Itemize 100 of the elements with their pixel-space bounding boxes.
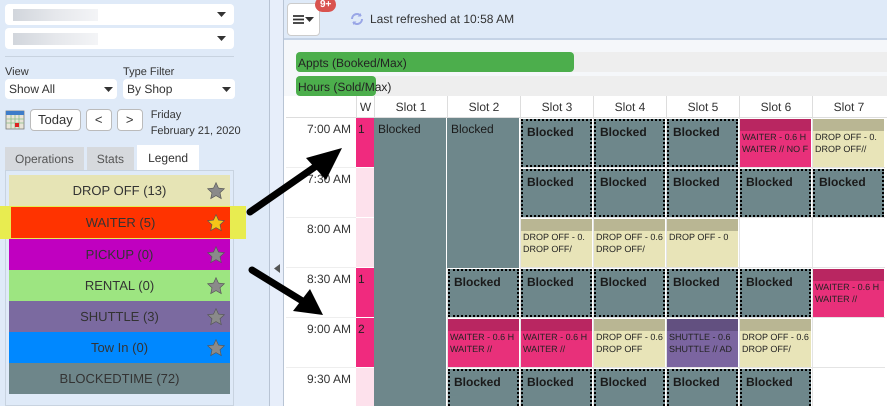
- blocked-slot[interactable]: Blocked: [447, 118, 520, 268]
- appointment-text: DROP OFF/: [595, 244, 646, 255]
- appointment-text: SHUTTLE // AD: [668, 344, 734, 355]
- blurred-text: [521, 319, 592, 331]
- star-icon[interactable]: [206, 276, 226, 296]
- tab[interactable]: Operations: [5, 147, 84, 170]
- tab[interactable]: Legend: [137, 145, 200, 170]
- blurred-text: [740, 319, 811, 331]
- tab[interactable]: Stats: [86, 147, 134, 170]
- appointment-text: DROP OFF//: [814, 144, 868, 155]
- legend-item[interactable]: BLOCKEDTIME (72): [9, 363, 230, 394]
- blurred-text: [813, 269, 884, 281]
- blocked-slot[interactable]: Blocked: [594, 119, 665, 167]
- caret-icon: [104, 86, 113, 92]
- appointment-card[interactable]: DROP OFF - 0.6 DROP OFF/: [740, 319, 811, 367]
- waiter-count-cell: 1: [356, 118, 374, 167]
- appointment-text: DROP OFF - 0.6: [741, 332, 810, 343]
- column-header: Slot 6: [739, 96, 812, 118]
- blurred-text: [813, 119, 884, 131]
- column-header: Slot 5: [666, 96, 739, 118]
- date-text: February 21, 2020: [150, 124, 241, 139]
- select-field[interactable]: Show All: [5, 79, 117, 99]
- weekday-text: Friday: [150, 108, 182, 123]
- appointment-card[interactable]: DROP OFF - 0: [667, 219, 738, 267]
- column-header: Slot 7: [812, 96, 885, 118]
- blurred-text: [740, 119, 811, 131]
- blocked-slot[interactable]: Blocked: [521, 169, 592, 217]
- blocked-slot[interactable]: Blocked: [667, 169, 738, 217]
- appointment-text: WAITER // NO F: [741, 144, 810, 155]
- blocked-slot[interactable]: Blocked: [594, 169, 665, 217]
- blocked-slot[interactable]: Blocked: [667, 369, 738, 406]
- caret-icon: [217, 12, 226, 17]
- blocked-slot[interactable]: Blocked: [740, 269, 811, 317]
- blocked-slot[interactable]: Blocked: [448, 269, 519, 317]
- menu-icon: [293, 14, 304, 24]
- appointment-card[interactable]: WAITER - 0.6 H WAITER // NO F: [740, 119, 811, 167]
- calendar-icon[interactable]: [5, 110, 25, 130]
- column-header: Slot 4: [593, 96, 666, 118]
- legend-item[interactable]: DROP OFF (13): [9, 175, 230, 206]
- legend-item[interactable]: SHUTTLE (3): [9, 301, 230, 332]
- star-icon[interactable]: [206, 180, 226, 200]
- appointment-card[interactable]: WAITER - 0.6 H WAITER //: [813, 269, 884, 317]
- refresh-status: Last refreshed at 10:58 AM: [370, 11, 514, 28]
- blurred-text: [667, 319, 738, 331]
- legend-item[interactable]: RENTAL (0): [9, 270, 230, 301]
- appointment-card[interactable]: DROP OFF - 0. DROP OFF//: [813, 119, 884, 167]
- star-icon[interactable]: [206, 338, 226, 358]
- blocked-slot[interactable]: Blocked: [740, 169, 811, 217]
- caret-icon: [217, 36, 226, 41]
- appointment-text: WAITER //: [814, 294, 858, 305]
- legend-item[interactable]: Tow In (0): [9, 332, 230, 363]
- blocked-slot[interactable]: Blocked: [594, 269, 665, 317]
- blocked-slot[interactable]: Blocked: [521, 369, 592, 406]
- appointment-card[interactable]: WAITER - 0.6 H WAITER //: [521, 319, 592, 367]
- blurred-text: [521, 219, 592, 231]
- appointment-text: DROP OFF/: [741, 344, 792, 355]
- blurred-text: [448, 319, 519, 331]
- caret-icon: [222, 86, 231, 92]
- select-field[interactable]: By Shop: [123, 79, 235, 99]
- menu-button[interactable]: [287, 2, 320, 36]
- appointment-card[interactable]: WAITER - 0.6 H WAITER //: [448, 319, 519, 367]
- field-label: Type Filter: [123, 66, 176, 79]
- blocked-slot[interactable]: Blocked: [594, 369, 665, 406]
- blurred-text: [594, 319, 665, 331]
- appointment-card[interactable]: DROP OFF - 0.6 DROP OFF: [594, 319, 665, 367]
- appointment-card[interactable]: SHUTTLE - 0.6 SHUTTLE // AD: [667, 319, 738, 367]
- caret-icon: [305, 16, 314, 22]
- star-icon[interactable]: [206, 306, 226, 326]
- appointment-text: DROP OFF - 0.: [522, 232, 586, 243]
- blurred-text: [594, 219, 665, 231]
- appointment-text: DROP OFF - 0.: [814, 132, 878, 143]
- star-icon[interactable]: [206, 212, 226, 232]
- blocked-slot[interactable]: Blocked: [667, 119, 738, 167]
- blocked-slot[interactable]: Blocked: [521, 269, 592, 317]
- capacity-label: Appts (Booked/Max): [298, 55, 407, 72]
- appointment-text: DROP OFF/: [522, 244, 573, 255]
- appointment-text: WAITER //: [522, 344, 566, 355]
- legend-item[interactable]: WAITER (5): [11, 207, 230, 238]
- appointment-text: DROP OFF: [595, 344, 644, 355]
- star-icon[interactable]: [206, 244, 226, 264]
- field-label: View: [5, 66, 30, 79]
- blocked-slot[interactable]: Blocked: [521, 119, 592, 167]
- blocked-slot[interactable]: Blocked: [448, 369, 519, 406]
- appointment-card[interactable]: DROP OFF - 0.6 DROP OFF/: [594, 219, 665, 267]
- next-button[interactable]: >: [116, 109, 143, 131]
- blocked-slot[interactable]: Blocked: [374, 118, 447, 406]
- previous-button[interactable]: <: [86, 109, 112, 131]
- blurred-text: [667, 219, 738, 231]
- appointment-text: SHUTTLE - 0.6: [668, 332, 732, 343]
- blocked-slot[interactable]: Blocked: [740, 369, 811, 406]
- blocked-slot[interactable]: Blocked: [813, 169, 884, 217]
- appointment-text: WAITER - 0.6 H: [741, 132, 808, 143]
- today-button[interactable]: Today: [30, 109, 81, 131]
- appointment-text: DROP OFF - 0.6: [595, 332, 664, 343]
- appointment-text: WAITER - 0.6 H: [814, 282, 880, 293]
- collapse-icon[interactable]: [274, 264, 280, 272]
- appointment-text: DROP OFF - 0.6: [595, 232, 664, 243]
- blocked-slot[interactable]: Blocked: [667, 269, 738, 317]
- appointment-card[interactable]: DROP OFF - 0. DROP OFF/: [521, 219, 592, 267]
- legend-item[interactable]: PICKUP (0): [9, 239, 230, 270]
